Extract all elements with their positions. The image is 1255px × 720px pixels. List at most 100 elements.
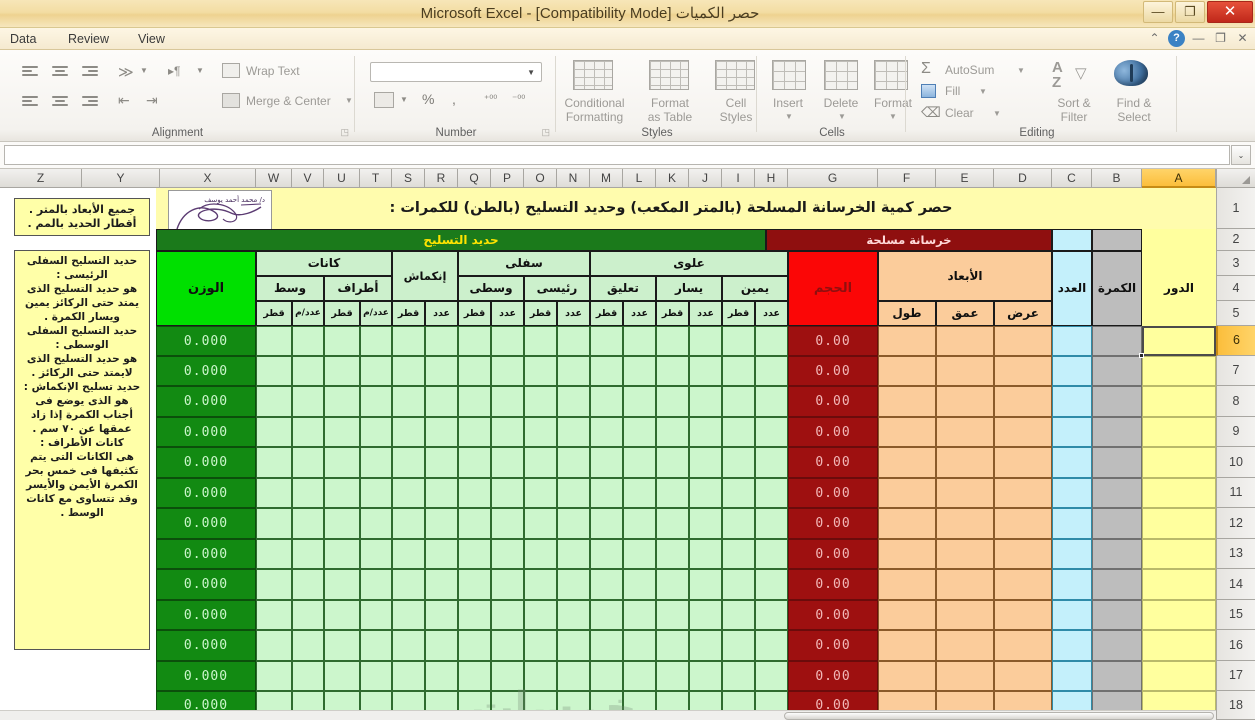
cell-steel-0[interactable] — [256, 386, 292, 417]
cell-steel-3[interactable] — [360, 356, 392, 386]
cell-steel-6[interactable] — [458, 326, 491, 356]
cell-beam[interactable] — [1092, 630, 1142, 661]
row-header-2[interactable]: 2 — [1216, 229, 1255, 251]
filter-funnel-icon[interactable]: ▽ — [1075, 64, 1087, 82]
column-header-m[interactable]: M — [590, 169, 623, 188]
format-as-table-icon[interactable] — [649, 60, 689, 90]
cell-steel-1[interactable] — [292, 356, 324, 386]
cell-steel-3[interactable] — [360, 326, 392, 356]
cell-count[interactable] — [1052, 630, 1092, 661]
cell-steel-1[interactable] — [292, 508, 324, 539]
cell-dimension-0[interactable] — [878, 326, 936, 356]
row-header-9[interactable]: 9 — [1216, 417, 1255, 447]
column-header-w[interactable]: W — [256, 169, 292, 188]
cell-beam[interactable] — [1092, 417, 1142, 447]
cell-steel-10[interactable] — [590, 569, 623, 600]
find-select-label-1[interactable]: Find & — [1103, 96, 1165, 110]
cell-steel-4[interactable] — [392, 417, 425, 447]
cell-volume[interactable]: 0.00 — [788, 600, 878, 630]
cell-steel-4[interactable] — [392, 326, 425, 356]
cell-steel-2[interactable] — [324, 600, 360, 630]
cell-steel-12[interactable] — [656, 508, 689, 539]
cell-steel-12[interactable] — [656, 386, 689, 417]
cell-steel-12[interactable] — [656, 600, 689, 630]
cell-steel-8[interactable] — [524, 478, 557, 508]
cell-steel-12[interactable] — [656, 326, 689, 356]
cell-steel-11[interactable] — [623, 600, 656, 630]
cell-steel-13[interactable] — [689, 356, 722, 386]
cell-steel-10[interactable] — [590, 478, 623, 508]
cell-steel-8[interactable] — [524, 600, 557, 630]
cell-steel-4[interactable] — [392, 478, 425, 508]
cell-weight[interactable]: 0.000 — [156, 356, 256, 386]
cell-volume[interactable]: 0.00 — [788, 356, 878, 386]
column-header-n[interactable]: N — [557, 169, 590, 188]
cell-steel-9[interactable] — [557, 356, 590, 386]
format-as-table-label-1[interactable]: Format — [635, 96, 705, 110]
cell-steel-14[interactable] — [722, 386, 755, 417]
tab-data[interactable]: Data — [0, 30, 46, 49]
cell-dimension-1[interactable] — [936, 326, 994, 356]
cell-steel-9[interactable] — [557, 661, 590, 691]
cell-volume[interactable]: 0.00 — [788, 539, 878, 569]
cell-steel-4[interactable] — [392, 600, 425, 630]
select-all-corner[interactable] — [1216, 169, 1255, 188]
cell-steel-4[interactable] — [392, 356, 425, 386]
cell-steel-3[interactable] — [360, 478, 392, 508]
orientation-dropdown-icon[interactable]: ▼ — [140, 66, 148, 75]
cell-dimension-0[interactable] — [878, 386, 936, 417]
cell-floor[interactable] — [1142, 539, 1216, 569]
cell-steel-7[interactable] — [491, 569, 524, 600]
find-select-icon[interactable] — [1114, 60, 1148, 86]
row-header-18[interactable]: 18 — [1216, 691, 1255, 720]
cell-floor[interactable] — [1142, 386, 1216, 417]
column-header-v[interactable]: V — [292, 169, 324, 188]
cell-steel-10[interactable] — [590, 326, 623, 356]
autosum-dropdown-icon[interactable]: ▼ — [1017, 66, 1025, 75]
cell-steel-3[interactable] — [360, 569, 392, 600]
cell-steel-11[interactable] — [623, 630, 656, 661]
help-icon[interactable]: ? — [1168, 30, 1185, 47]
cell-steel-5[interactable] — [425, 539, 458, 569]
cell-steel-12[interactable] — [656, 356, 689, 386]
cell-count[interactable] — [1052, 661, 1092, 691]
cell-styles-icon[interactable] — [715, 60, 755, 90]
percent-style-icon[interactable]: % — [422, 91, 434, 107]
row-header-7[interactable]: 7 — [1216, 356, 1255, 386]
cell-steel-3[interactable] — [360, 630, 392, 661]
cell-steel-5[interactable] — [425, 478, 458, 508]
cell-dimension-0[interactable] — [878, 569, 936, 600]
column-header-p[interactable]: P — [491, 169, 524, 188]
cell-steel-15[interactable] — [755, 356, 788, 386]
cell-steel-8[interactable] — [524, 508, 557, 539]
insert-cells-icon[interactable] — [772, 60, 806, 90]
column-header-g[interactable]: G — [788, 169, 878, 188]
cell-steel-11[interactable] — [623, 417, 656, 447]
cell-dimension-0[interactable] — [878, 508, 936, 539]
cell-weight[interactable]: 0.000 — [156, 386, 256, 417]
cell-volume[interactable]: 0.00 — [788, 417, 878, 447]
cell-steel-14[interactable] — [722, 356, 755, 386]
cell-steel-15[interactable] — [755, 630, 788, 661]
cell-steel-9[interactable] — [557, 539, 590, 569]
sort-filter-label-2[interactable]: Filter — [1043, 110, 1105, 124]
cell-steel-3[interactable] — [360, 539, 392, 569]
column-header-z[interactable]: Z — [0, 169, 82, 188]
accounting-dropdown-icon[interactable]: ▼ — [400, 95, 408, 104]
align-top-icon[interactable] — [20, 64, 40, 85]
cell-volume[interactable]: 0.00 — [788, 630, 878, 661]
text-direction-dropdown-icon[interactable]: ▼ — [196, 66, 204, 75]
cell-steel-14[interactable] — [722, 447, 755, 478]
cell-steel-13[interactable] — [689, 569, 722, 600]
find-select-label-2[interactable]: Select — [1103, 110, 1165, 124]
autosum-label[interactable]: AutoSum — [945, 63, 994, 77]
column-header-u[interactable]: U — [324, 169, 360, 188]
cell-steel-3[interactable] — [360, 417, 392, 447]
cell-floor[interactable] — [1142, 447, 1216, 478]
cell-dimension-0[interactable] — [878, 447, 936, 478]
cell-beam[interactable] — [1092, 539, 1142, 569]
cell-steel-14[interactable] — [722, 569, 755, 600]
cell-steel-1[interactable] — [292, 386, 324, 417]
cell-steel-10[interactable] — [590, 539, 623, 569]
cell-steel-9[interactable] — [557, 600, 590, 630]
